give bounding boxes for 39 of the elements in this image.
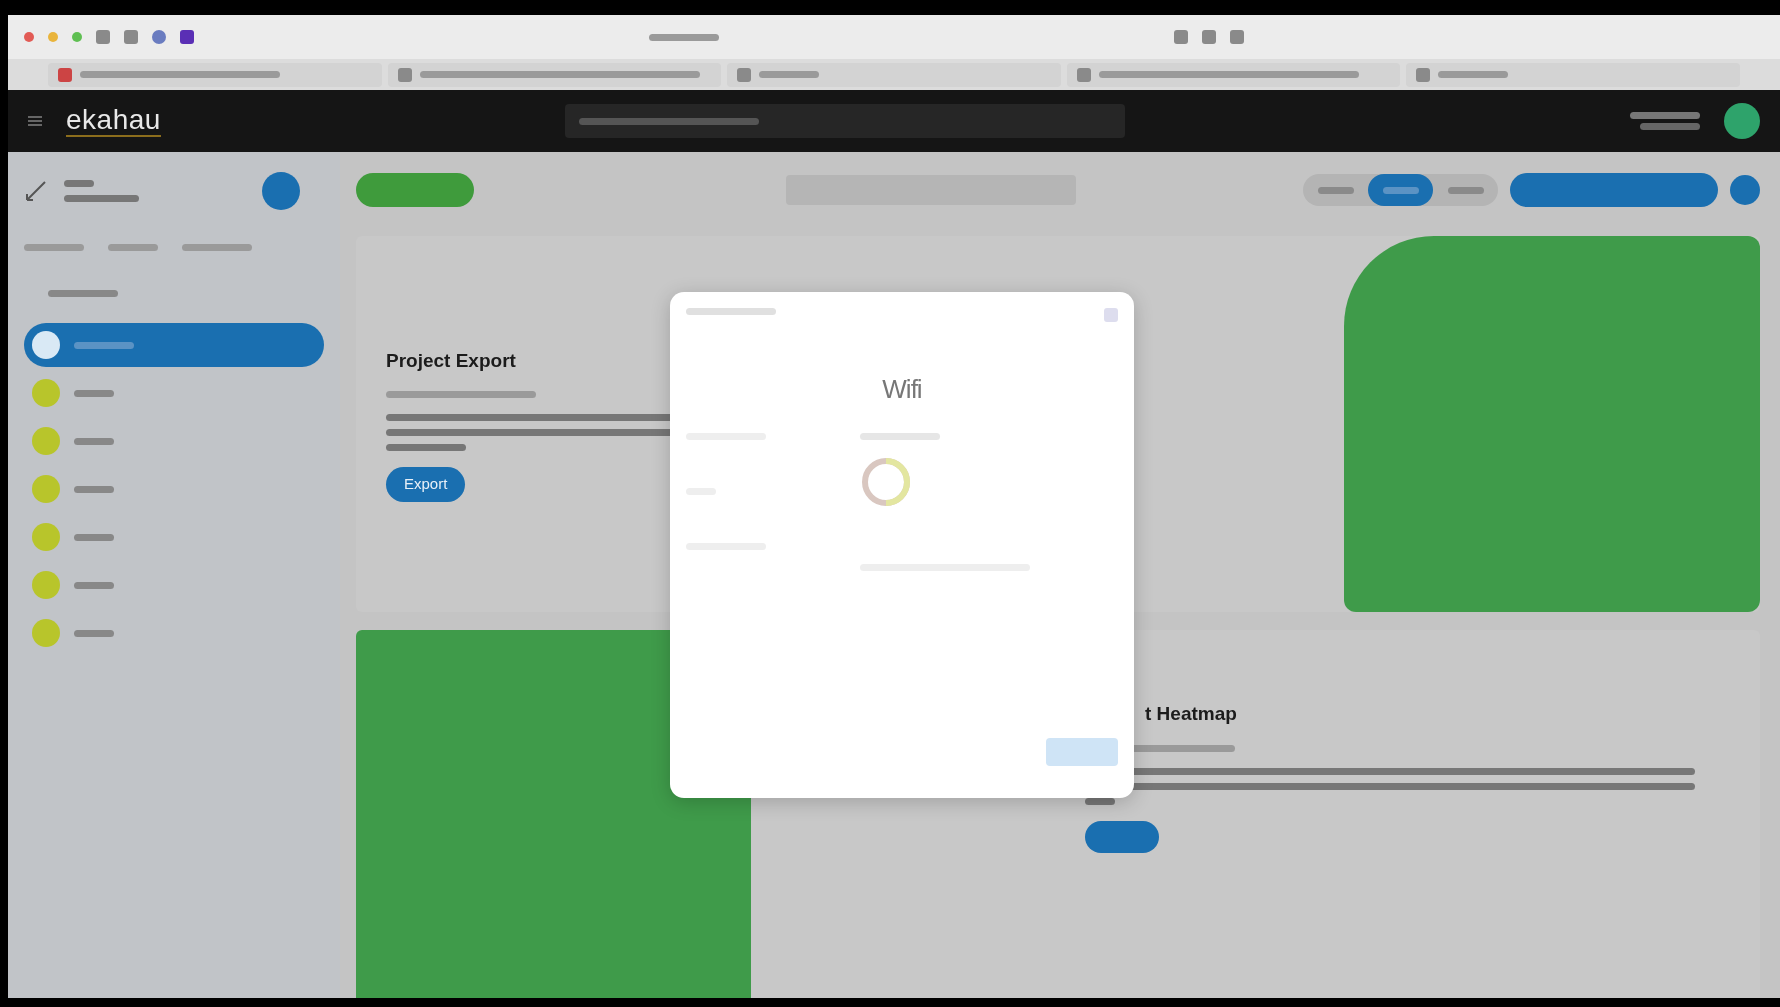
- browser-tab[interactable]: [727, 62, 1061, 87]
- blurred-url[interactable]: [649, 33, 719, 41]
- primary-button[interactable]: [356, 173, 474, 207]
- close-dot[interactable]: [24, 32, 34, 42]
- logo: ekahau: [66, 104, 161, 138]
- blurred-tab[interactable]: [108, 243, 158, 251]
- extension-icon[interactable]: [180, 30, 194, 44]
- export-button[interactable]: Export: [386, 467, 466, 502]
- arrows-icon[interactable]: [24, 179, 48, 203]
- extension-icon[interactable]: [124, 30, 138, 44]
- browser-tab[interactable]: [1066, 62, 1401, 87]
- share-icon[interactable]: [1174, 30, 1188, 44]
- action-button[interactable]: [1510, 173, 1718, 207]
- minimize-dot[interactable]: [48, 32, 58, 42]
- sidebar-item[interactable]: [24, 323, 324, 367]
- menu-icon[interactable]: [28, 114, 42, 128]
- tabs-icon[interactable]: [1202, 30, 1216, 44]
- blurred-heading: [48, 290, 118, 297]
- sidebar-icon[interactable]: [96, 30, 110, 44]
- zoom-dot[interactable]: [72, 32, 82, 42]
- circle-button[interactable]: [262, 172, 300, 210]
- modal-button[interactable]: [1046, 738, 1118, 766]
- browser-tab[interactable]: [48, 62, 382, 87]
- user-info: [1630, 112, 1700, 130]
- circle-button[interactable]: [1730, 175, 1760, 205]
- browser-tab[interactable]: [1406, 62, 1740, 87]
- segment-tab[interactable]: [1368, 174, 1433, 206]
- card-title: Project Export: [386, 348, 517, 373]
- pill-button[interactable]: [1085, 820, 1159, 853]
- browser-tab[interactable]: [387, 62, 722, 87]
- new-tab-icon[interactable]: [1230, 30, 1244, 44]
- wifi-logo: Wifi: [882, 374, 922, 404]
- avatar[interactable]: [1724, 103, 1760, 139]
- settings-icon[interactable]: [1104, 308, 1118, 322]
- blurred-tab[interactable]: [182, 243, 252, 251]
- blurred-tab[interactable]: [24, 243, 84, 251]
- card-title: t Heatmap: [1145, 702, 1238, 726]
- search-field[interactable]: [564, 104, 1125, 138]
- extension-icon[interactable]: [152, 30, 166, 44]
